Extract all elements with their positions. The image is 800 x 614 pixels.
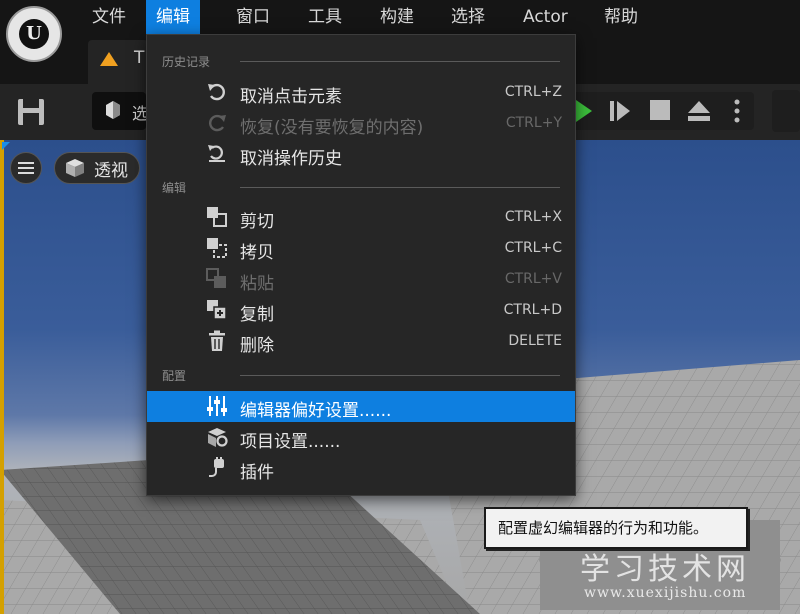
watermark-title: 学习技术网 (580, 552, 750, 587)
menu-help[interactable]: 帮助 (594, 0, 648, 34)
undo-shortcut: CTRL+Z (504, 84, 562, 100)
cut-label: 剪切 (240, 212, 274, 232)
cube-icon (66, 159, 84, 177)
paste-shortcut: CTRL+V (504, 271, 562, 287)
redo-label: 恢复(没有要恢复的内容) (240, 118, 424, 138)
trash-icon (209, 330, 225, 351)
cut-shortcut: CTRL+X (504, 209, 562, 225)
project-settings-label: 项目设置...... (240, 432, 341, 452)
section-divider (240, 187, 560, 188)
advance-frame-icon[interactable] (608, 99, 634, 123)
paste-label: 粘贴 (240, 274, 274, 294)
watermark-url: www.xuexijishu.com (584, 585, 747, 601)
viewport-corner-marker (2, 142, 10, 150)
select-mode-icon (106, 101, 120, 119)
delete-label: 删除 (240, 336, 274, 356)
section-divider (240, 61, 560, 62)
menu-file[interactable]: 文件 (82, 0, 136, 34)
menu-actor[interactable]: Actor (513, 0, 578, 34)
hamburger-icon (18, 162, 34, 174)
eject-icon[interactable] (686, 99, 712, 123)
unreal-logo-mark: U (19, 19, 49, 49)
copy-label: 拷贝 (240, 243, 274, 263)
menu-build[interactable]: 构建 (370, 0, 424, 34)
undo-history-icon (208, 145, 225, 162)
section-header-history: 历史记录 (162, 55, 211, 69)
play-icon[interactable] (576, 100, 592, 122)
undo-history-label: 取消操作历史 (240, 149, 342, 169)
copy-icon (207, 238, 227, 258)
redo-shortcut: CTRL+Y (505, 115, 562, 131)
viewport-focus-border (0, 140, 4, 614)
unreal-logo-glyph: U (26, 23, 42, 44)
menu-window[interactable]: 窗口 (226, 0, 280, 34)
tooltip-text: 配置虚幻编辑器的行为和功能。 (498, 519, 709, 537)
duplicate-label: 复制 (240, 305, 274, 325)
plugins-label: 插件 (240, 463, 274, 483)
level-tab-label: T (134, 48, 145, 68)
duplicate-shortcut: CTRL+D (503, 302, 562, 318)
unreal-logo[interactable]: U (6, 6, 62, 62)
sliders-icon (207, 396, 227, 416)
save-icon[interactable] (14, 96, 48, 128)
undo-icon (208, 83, 225, 101)
redo-icon (209, 114, 226, 132)
plugin-icon (209, 457, 224, 477)
duplicate-icon (207, 300, 227, 320)
editor-preferences-label: 编辑器偏好设置...... (240, 401, 392, 421)
cut-icon (207, 207, 227, 227)
section-divider (240, 375, 560, 376)
delete-shortcut: DELETE (508, 333, 562, 349)
copy-shortcut: CTRL+C (504, 240, 562, 256)
level-warning-icon (100, 52, 118, 66)
perspective-label: 透视 (94, 161, 128, 181)
more-options-icon[interactable] (728, 98, 746, 124)
toolbar-settings-button[interactable] (772, 90, 800, 132)
section-header-edit: 编辑 (162, 181, 187, 195)
project-settings-icon (208, 428, 228, 447)
menu-tools[interactable]: 工具 (298, 0, 352, 34)
undo-label: 取消点击元素 (240, 87, 342, 107)
paste-icon (206, 268, 226, 288)
menu-select[interactable]: 选择 (441, 0, 495, 34)
section-header-config: 配置 (162, 369, 187, 383)
stop-icon[interactable] (650, 100, 670, 120)
menu-edit[interactable]: 编辑 (146, 0, 200, 34)
